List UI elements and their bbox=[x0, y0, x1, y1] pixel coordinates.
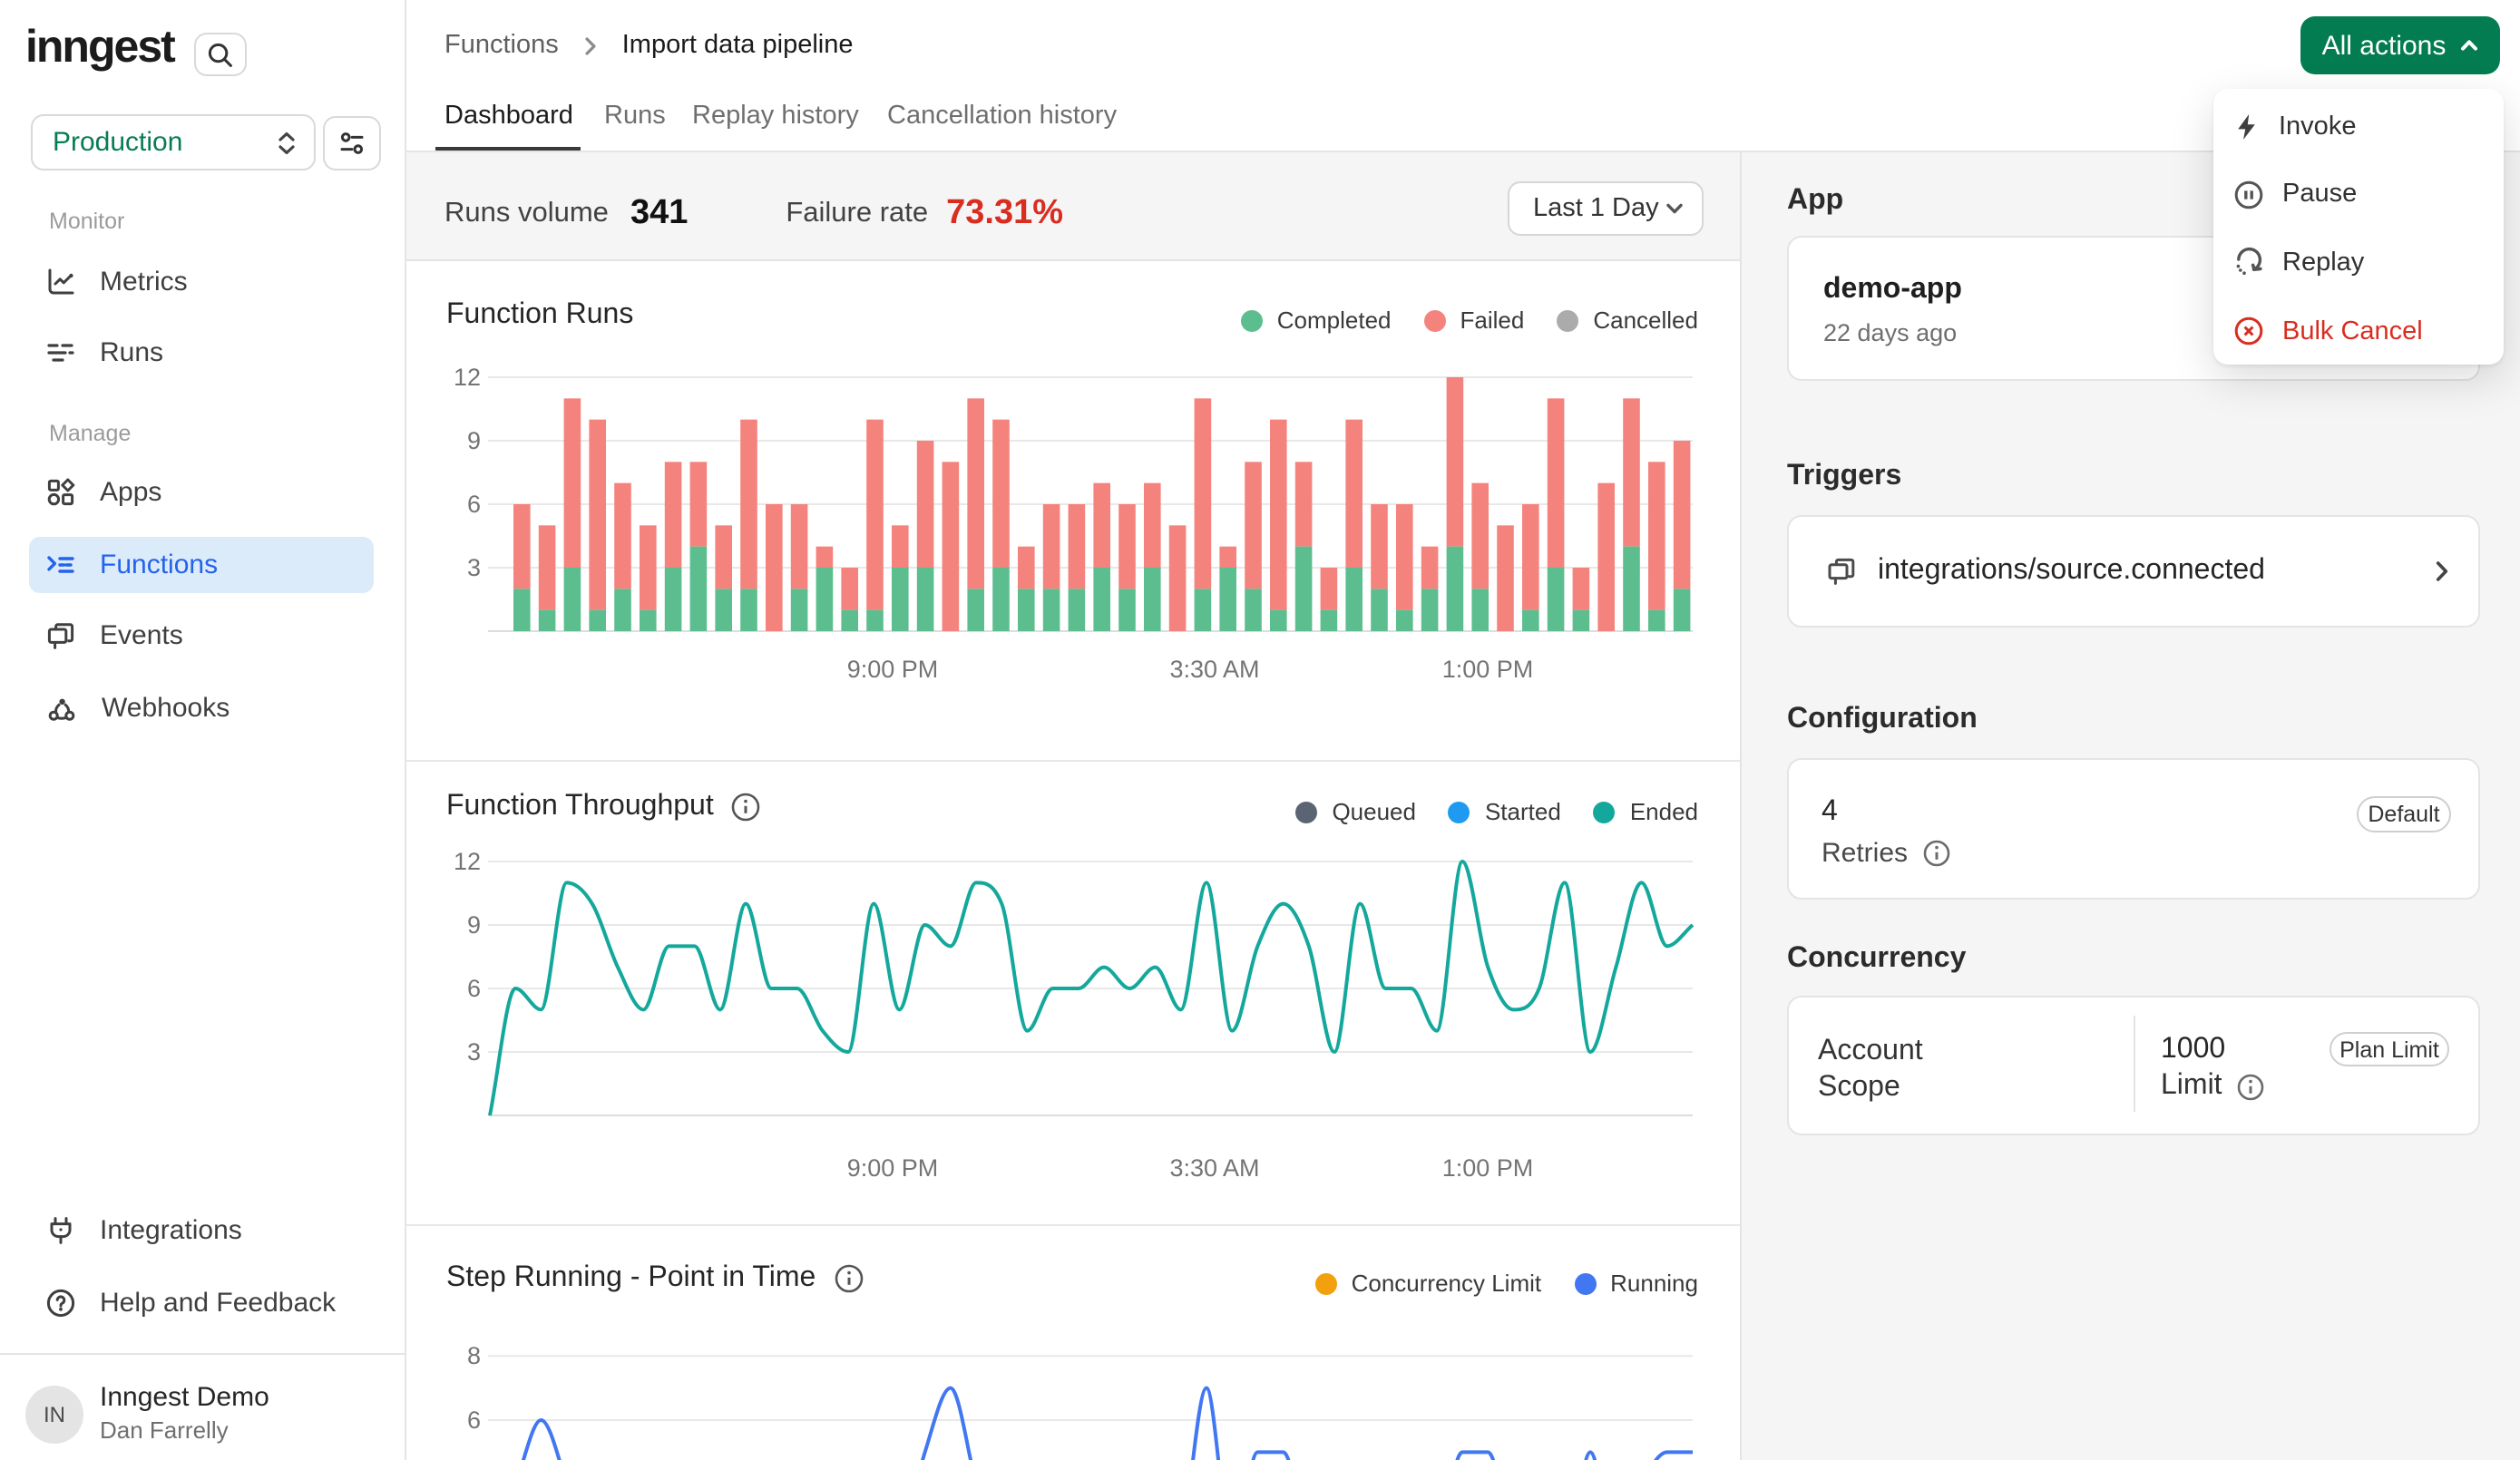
svg-text:3:30 AM: 3:30 AM bbox=[1169, 1154, 1259, 1182]
svg-text:6: 6 bbox=[467, 975, 481, 1002]
svg-text:12: 12 bbox=[454, 848, 481, 875]
svg-text:9:00 PM: 9:00 PM bbox=[847, 1154, 939, 1182]
svg-text:9: 9 bbox=[467, 427, 481, 454]
svg-text:1:00 PM: 1:00 PM bbox=[1442, 1154, 1534, 1182]
svg-text:8: 8 bbox=[467, 1342, 481, 1369]
svg-text:6: 6 bbox=[467, 491, 481, 518]
svg-text:1:00 PM: 1:00 PM bbox=[1442, 656, 1534, 683]
svg-text:3:30 AM: 3:30 AM bbox=[1169, 656, 1259, 683]
svg-text:9:00 PM: 9:00 PM bbox=[847, 656, 939, 683]
svg-text:12: 12 bbox=[454, 364, 481, 391]
svg-text:3: 3 bbox=[467, 1038, 481, 1066]
svg-text:3: 3 bbox=[467, 554, 481, 581]
svg-text:6: 6 bbox=[467, 1406, 481, 1434]
svg-text:9: 9 bbox=[467, 911, 481, 939]
